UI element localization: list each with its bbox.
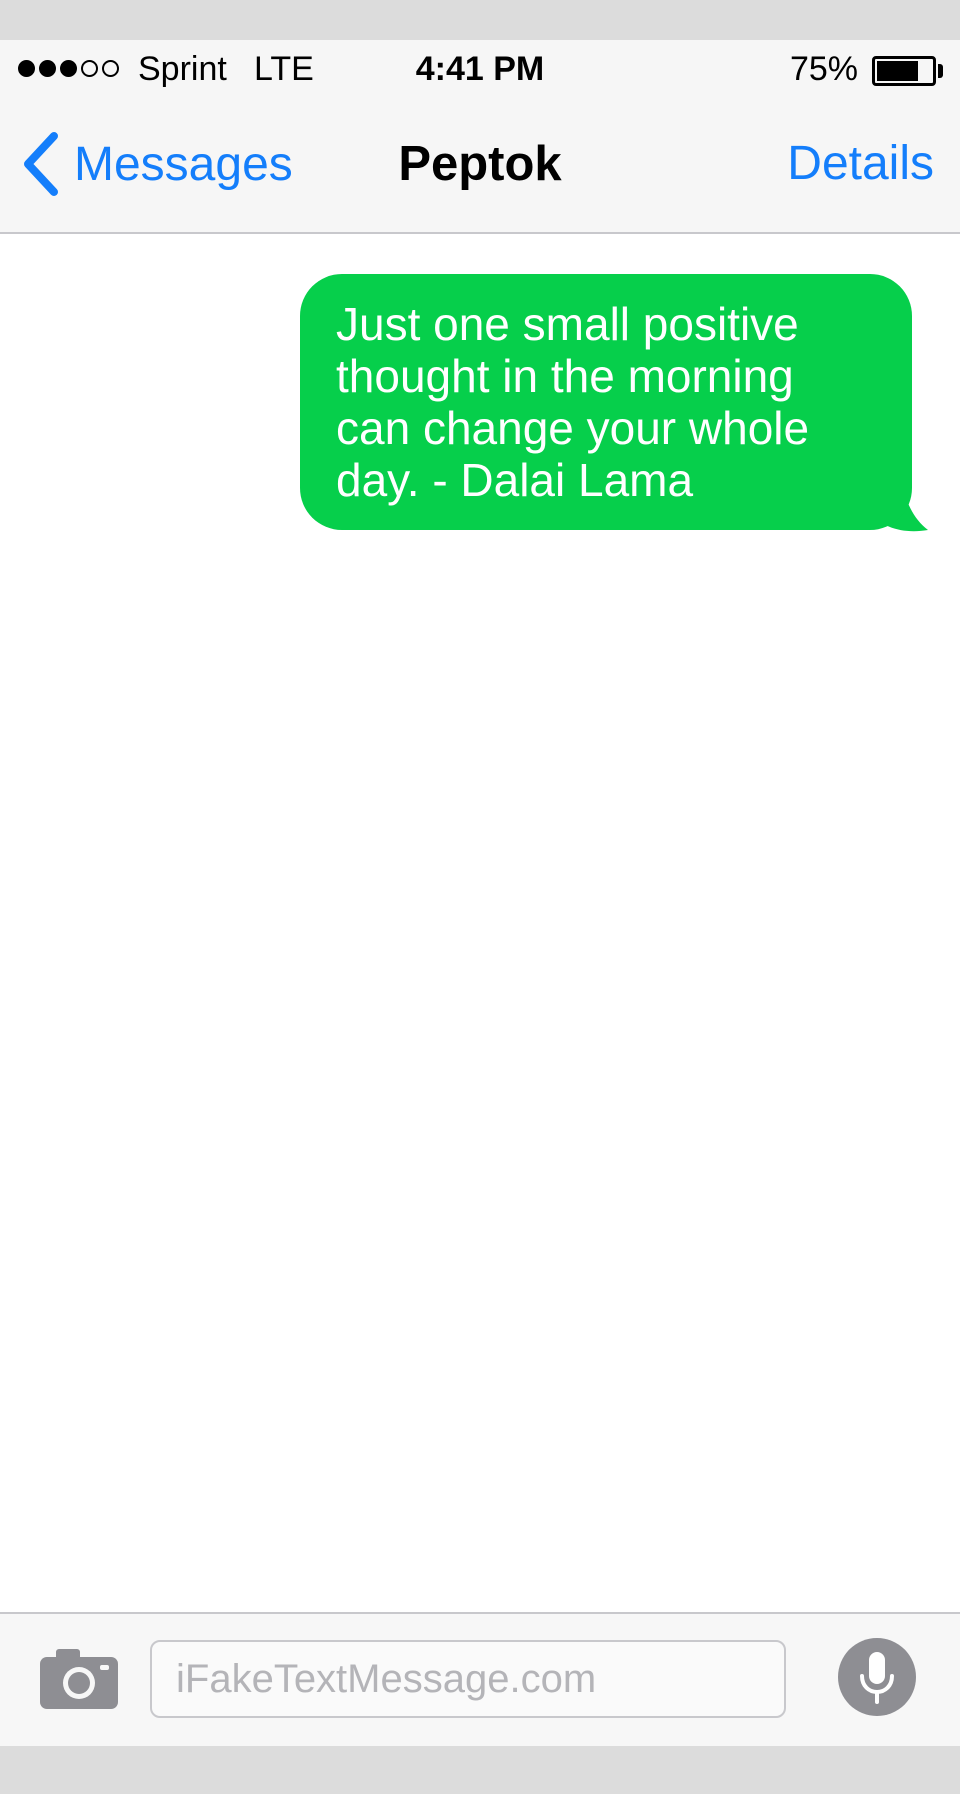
battery-tip — [938, 64, 943, 78]
header: Sprint LTE 4:41 PM 75% Messages Peptok D… — [0, 40, 960, 234]
battery-percent: 75% — [789, 50, 858, 88]
message-input[interactable] — [150, 1640, 786, 1718]
battery-icon — [872, 56, 936, 86]
microphone-icon — [860, 1652, 894, 1704]
bottom-frame-strip — [0, 1746, 960, 1794]
camera-button[interactable] — [40, 1647, 118, 1709]
top-frame-strip — [0, 0, 960, 40]
compose-bar — [0, 1612, 960, 1746]
navigation-bar: Messages Peptok Details — [0, 124, 960, 204]
outgoing-message[interactable]: Just one small positive thought in the m… — [300, 274, 928, 534]
microphone-button[interactable] — [838, 1638, 916, 1716]
message-bubble: Just one small positive thought in the m… — [300, 274, 912, 530]
back-to-messages-button[interactable]: Messages — [22, 124, 293, 204]
battery-level-fill — [877, 61, 918, 81]
camera-icon — [40, 1649, 118, 1709]
messages-screen: Sprint LTE 4:41 PM 75% Messages Peptok D… — [0, 0, 960, 1794]
details-button[interactable]: Details — [787, 124, 934, 204]
chevron-left-icon — [24, 132, 58, 196]
message-thread[interactable]: Just one small positive thought in the m… — [0, 234, 960, 1612]
status-bar: Sprint LTE 4:41 PM 75% — [0, 40, 960, 100]
back-button-label: Messages — [74, 137, 293, 191]
